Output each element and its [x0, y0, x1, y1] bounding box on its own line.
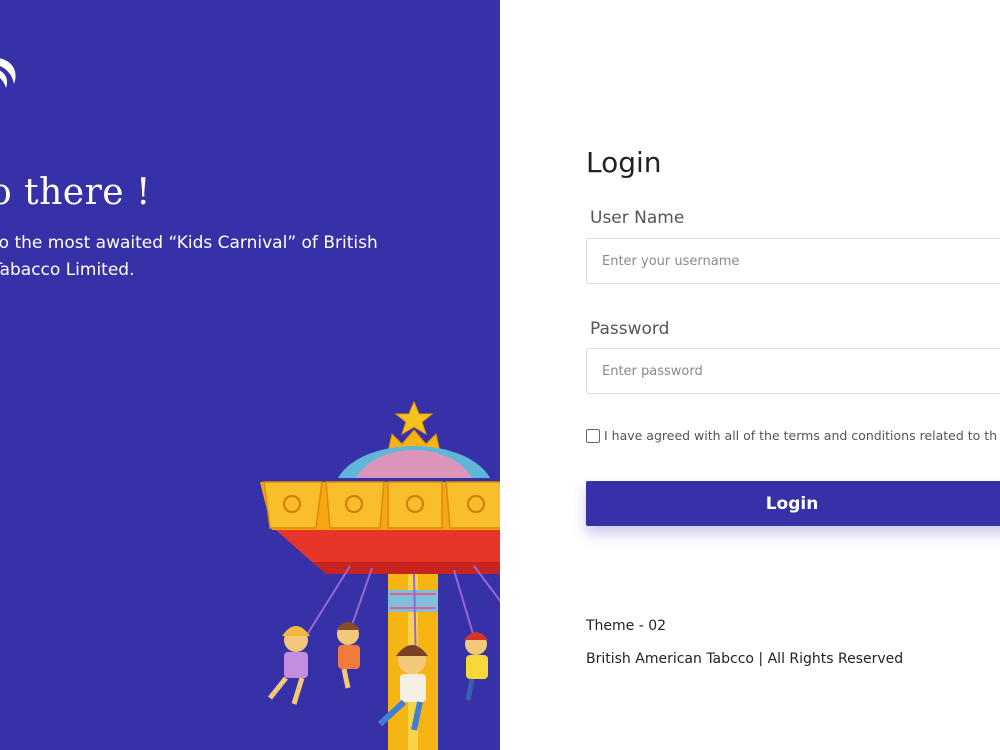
- login-button[interactable]: Login: [586, 481, 1000, 526]
- username-input[interactable]: [586, 238, 1000, 284]
- welcome-line-1: to the most awaited “Kids Carnival” of B…: [0, 233, 378, 253]
- theme-label: Theme - 02: [586, 618, 667, 634]
- brand-swirl-icon: [0, 58, 16, 88]
- terms-row[interactable]: I have agreed with all of the terms and …: [586, 428, 997, 443]
- greeting-heading: o there !: [0, 172, 151, 213]
- password-label: Password: [590, 319, 670, 339]
- welcome-line-2: Tabacco Limited.: [0, 260, 135, 280]
- hero-panel: o there ! to the most awaited “Kids Carn…: [0, 0, 500, 750]
- terms-checkbox[interactable]: [586, 428, 600, 443]
- terms-text: I have agreed with all of the terms and …: [604, 428, 998, 443]
- username-label: User Name: [590, 208, 685, 228]
- login-title: Login: [586, 146, 662, 179]
- copyright-text: British American Tabcco | All Rights Res…: [586, 651, 904, 667]
- welcome-text: to the most awaited “Kids Carnival” of B…: [0, 230, 412, 284]
- password-input[interactable]: [586, 348, 1000, 394]
